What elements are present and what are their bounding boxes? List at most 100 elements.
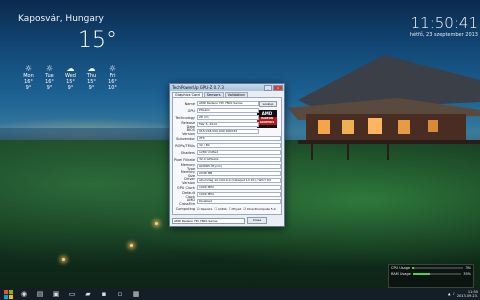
system-monitor-gadget[interactable]: CPU Usage 3% RAM Usage 35% — [388, 264, 474, 288]
explorer-icon[interactable]: ▤ — [34, 289, 46, 299]
gpu-select[interactable]: AMD Radeon HD 7800 Series — [172, 217, 245, 224]
row-label: GPU Clock — [176, 185, 195, 190]
row-value: 1000 MHz — [197, 185, 281, 190]
sun-icon: ☼ — [24, 64, 33, 73]
usage-fill — [412, 273, 430, 275]
checkbox-cuda[interactable]: ☐ CUDA — [214, 207, 226, 211]
media-icon[interactable]: ▪ — [98, 289, 110, 299]
lantern — [62, 258, 65, 261]
row-value: 32.0 GPixel/s — [197, 157, 281, 162]
folder-icon[interactable]: ▰ — [82, 289, 94, 299]
row-label: Name — [184, 101, 195, 106]
clock-widget[interactable]: 11:50:41 hétfő, 23 szeptember 2013 — [410, 14, 478, 38]
checkbox-physx[interactable]: ☐ PhysX — [229, 207, 242, 211]
info-row: Default Clock 1000 MHz — [173, 191, 281, 199]
gpuz-window[interactable]: TechPowerUp GPU-Z 0.7.3 _ × Graphics Car… — [169, 83, 285, 227]
checkbox-directcompute[interactable]: ☑ DirectCompute 5.0 — [243, 207, 275, 211]
checkbox-label: OpenCL — [200, 206, 213, 211]
gpuz-taskbar-icon[interactable]: ▦ — [130, 289, 142, 299]
row-label: Computing — [175, 206, 195, 211]
row-label: BIOS Version — [182, 127, 195, 136]
close-window-button[interactable]: × — [273, 85, 283, 91]
forecast-low: 9° — [25, 85, 32, 91]
window-footer: AMD Radeon HD 7800 Series Close — [172, 217, 267, 224]
cloud-icon: ☁ — [66, 64, 75, 73]
computing-checkboxes: ☑ OpenCL ☐ CUDA ☐ PhysX ☑ DirectCompute … — [197, 207, 276, 211]
info-row: GPU Pitcairn — [173, 108, 259, 113]
row-value: 28 nm — [197, 115, 259, 120]
close-button[interactable]: Close — [247, 217, 267, 224]
info-row: Pixel Fillrate 32.0 GPixel/s — [173, 157, 281, 162]
info-row: Name AMD Radeon HD 7800 Series — [173, 101, 259, 106]
row-label: GPU — [187, 108, 195, 113]
info-row: Subvendor XFX — [173, 136, 281, 141]
disk-icon[interactable]: ▫ — [114, 289, 126, 299]
info-row: BIOS Version 015.018.000.000.000034 — [173, 127, 259, 136]
tray-clock[interactable]: 11:50 2013.09.23. — [457, 290, 478, 298]
row-value: 32 / 80 — [197, 143, 281, 148]
graphics-card-panel: Lookup AMD RADEON GRAPHICS Name AMD Rade… — [172, 97, 282, 215]
logo-subtitle: RADEON GRAPHICS — [257, 117, 277, 125]
row-value: Mar 5, 2012 — [197, 122, 259, 127]
info-row: Shaders 1280 Unified — [173, 150, 281, 155]
weather-widget[interactable]: Kaposvár, Hungary 15° ☼ Mon 16° 9° ☼ Tue… — [18, 14, 117, 91]
usage-bar — [412, 273, 462, 275]
checkbox-label: DirectCompute 5.0 — [247, 206, 276, 211]
window-titlebar[interactable]: TechPowerUp GPU-Z 0.7.3 _ × — [170, 84, 284, 91]
info-row: Memory Type GDDR5 (Hynix) — [173, 163, 281, 171]
forecast-low: 10° — [108, 85, 117, 91]
row-value: atiumdag 12.104.0.0 (Catalyst 13.10) / W… — [197, 178, 281, 183]
sun-icon: ☼ — [45, 64, 54, 73]
row-label: AMD CrossFire — [179, 197, 195, 206]
forecast-low: 9° — [88, 85, 95, 91]
forecast-low: 9° — [46, 85, 53, 91]
cloud-icon: ☁ — [87, 64, 96, 73]
minimize-button[interactable]: _ — [264, 85, 272, 91]
terminal-icon[interactable]: ▭ — [66, 289, 78, 299]
gadget-value: 3% — [465, 266, 471, 270]
info-row: Release Date Mar 5, 2012 — [173, 121, 259, 129]
info-row: Memory Size 2048 MB — [173, 170, 281, 178]
gadget-label: RAM Usage — [391, 272, 411, 276]
lookup-button[interactable]: Lookup — [259, 101, 277, 107]
clock-date: hétfő, 23 szeptember 2013 — [409, 32, 478, 38]
lantern — [155, 222, 158, 225]
checkbox-opencl[interactable]: ☑ OpenCL — [197, 207, 212, 211]
info-row: AMD CrossFire Disabled — [173, 197, 281, 206]
weather-forecast: ☼ Mon 16° 9° ☼ Tue 16° 9° ☁ Wed 15° 9° ☁… — [18, 64, 123, 91]
forecast-day: ☁ Thu 15° 9° — [81, 64, 102, 91]
forecast-day: ☼ Mon 16° 9° — [18, 64, 39, 91]
chrome-icon[interactable]: ◉ — [18, 289, 30, 299]
window-title: TechPowerUp GPU-Z 0.7.3 — [172, 85, 224, 90]
row-value: GDDR5 (Hynix) — [197, 164, 281, 169]
row-value: 2048 MB — [197, 171, 281, 176]
info-row: GPU Clock 1000 MHz — [173, 185, 281, 190]
windows-logo-icon — [3, 289, 13, 299]
row-label: Pixel Fillrate — [174, 157, 195, 162]
info-row: ROPs/TMUs 32 / 80 — [173, 143, 281, 148]
row-value: AMD Radeon HD 7800 Series — [197, 101, 259, 106]
row-value: XFX — [197, 136, 281, 141]
system-tray: ▲ ♪ 11:50 2013.09.23. — [448, 288, 480, 300]
info-row: Computing ☑ OpenCL ☐ CUDA ☐ PhysX ☑ Dire… — [173, 206, 276, 211]
weather-temperature: 15° — [78, 28, 117, 53]
forecast-day: ☁ Wed 15° 9° — [60, 64, 81, 91]
info-row: Technology 28 nm — [173, 115, 259, 120]
forecast-day: ☼ Fri 16° 10° — [102, 64, 123, 91]
clock-time: 11:50:41 — [410, 14, 478, 32]
network-icon[interactable]: ▲ — [448, 292, 451, 296]
sun-icon: ☼ — [108, 64, 117, 73]
gadget-value: 35% — [463, 272, 471, 276]
forecast-day: ☼ Tue 16° 9° — [39, 64, 60, 91]
row-label: Subvendor — [176, 136, 195, 141]
volume-icon[interactable]: ♪ — [453, 292, 455, 296]
usage-bar — [412, 267, 464, 269]
after-effects-icon[interactable]: ▣ — [50, 289, 62, 299]
lantern — [130, 244, 133, 247]
checkbox-label: PhysX — [232, 206, 242, 211]
start-button[interactable] — [2, 289, 14, 299]
gadget-row: RAM Usage 35% — [389, 271, 473, 277]
row-value: Disabled — [197, 199, 281, 204]
tray-date: 2013.09.23. — [456, 294, 478, 298]
row-label: Driver Version — [182, 176, 195, 185]
